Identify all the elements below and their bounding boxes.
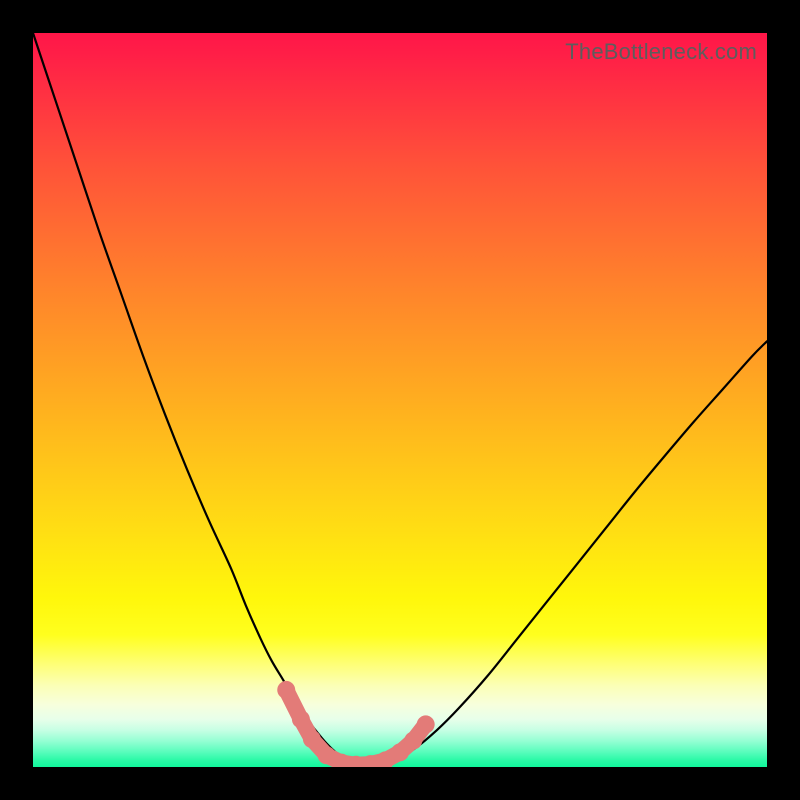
bottleneck-curve [33, 33, 767, 765]
marker-dot [404, 732, 422, 750]
chart-frame: TheBottleneck.com [0, 0, 800, 800]
marker-dot [303, 730, 321, 748]
curve-layer [33, 33, 767, 767]
bottom-cluster-markers [277, 681, 434, 767]
plot-area: TheBottleneck.com [33, 33, 767, 767]
marker-dot [277, 681, 295, 699]
marker-dot [417, 715, 435, 733]
marker-dot [292, 710, 310, 728]
